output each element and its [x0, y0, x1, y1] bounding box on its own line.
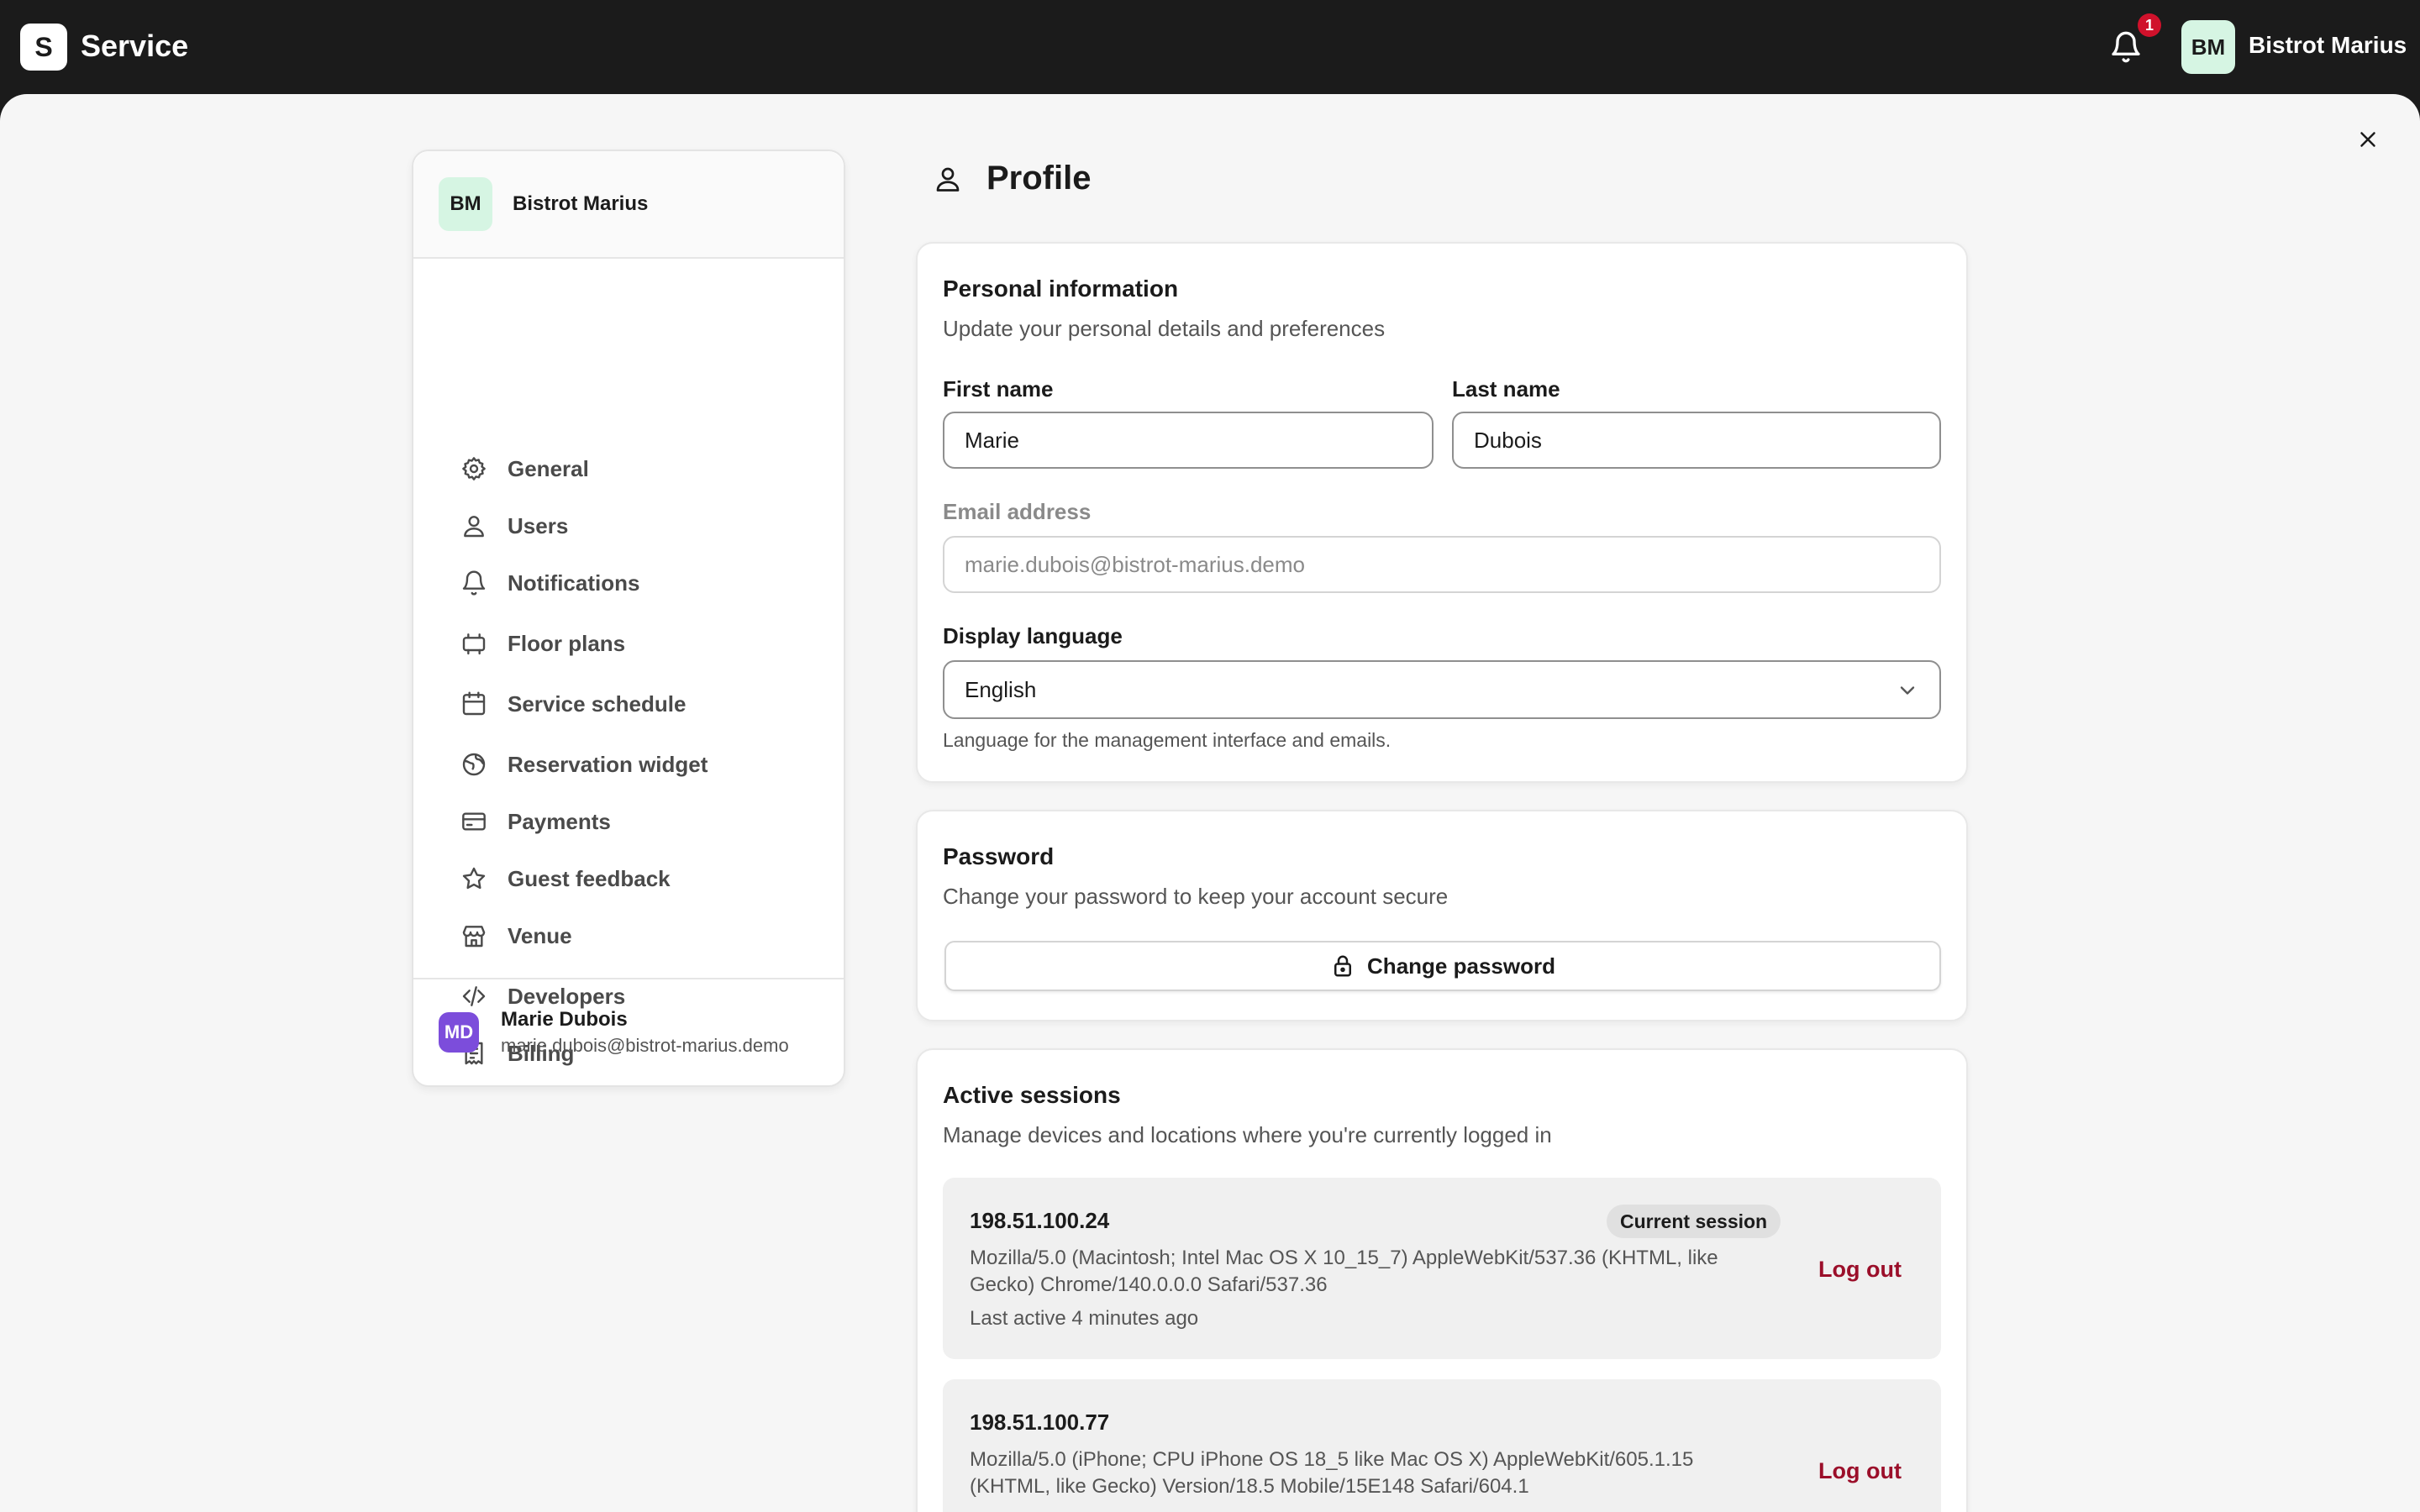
session-ip: 198.51.100.24 [970, 1208, 1110, 1233]
sidebar-item-label: Service schedule [508, 690, 687, 717]
email-field [943, 536, 1941, 593]
session-item: 198.51.100.77 Mozilla/5.0 (iPhone; CPU i… [943, 1379, 1941, 1512]
sidebar-item-venue[interactable]: Venue [460, 914, 572, 958]
change-password-button[interactable]: Change password [944, 941, 1941, 991]
star-icon [462, 867, 486, 890]
user-icon [464, 516, 484, 538]
sidebar-item-reservation-widget[interactable]: Reservation widget [460, 743, 708, 786]
sidebar-item-guest-feedback[interactable]: Guest feedback [460, 857, 671, 900]
sidebar-item-floor-plans[interactable]: Floor plans [460, 622, 625, 665]
user-icon [936, 167, 960, 192]
active-sessions-card: Active sessions Manage devices and locat… [916, 1048, 1968, 1512]
language-helper-text: Language for the management interface an… [943, 729, 1392, 751]
session-item: 198.51.100.24 Current session Mozilla/5.… [943, 1178, 1941, 1359]
current-session-badge: Current session [1607, 1205, 1781, 1238]
close-button[interactable] [2353, 124, 2383, 155]
account-venue-name[interactable]: Bistrot Marius [2249, 32, 2407, 59]
session-user-agent: Mozilla/5.0 (Macintosh; Intel Mac OS X 1… [970, 1247, 1718, 1296]
gear-icon [462, 457, 486, 480]
card-title: Password [943, 843, 1055, 869]
logout-button[interactable]: Log out [1818, 1257, 1902, 1283]
sidebar-item-general[interactable]: General [460, 447, 589, 491]
card-subtitle: Update your personal details and prefere… [943, 316, 1386, 341]
first-name-label: First name [943, 376, 1054, 402]
page-title: Profile [986, 160, 1092, 197]
account-avatar[interactable]: BM [2181, 20, 2235, 74]
sidebar-item-label: General [508, 455, 589, 481]
user-email: marie.dubois@bistrot-marius.demo [501, 1035, 789, 1056]
card-subtitle: Change your password to keep your accoun… [943, 884, 1449, 909]
card-subtitle: Manage devices and locations where you'r… [943, 1122, 1552, 1147]
personal-info-card: Personal information Update your persona… [916, 242, 1968, 783]
settings-sidebar: BM Bistrot Marius General Users Notifica… [412, 150, 845, 1087]
bell-icon [462, 570, 486, 596]
store-icon [462, 926, 486, 948]
user-name: Marie Dubois [501, 1008, 628, 1031]
sidebar-item-service-schedule[interactable]: Service schedule [460, 682, 686, 726]
sidebar-item-label: Floor plans [508, 630, 626, 656]
globe-icon [462, 753, 486, 776]
change-password-label: Change password [1367, 953, 1555, 979]
sidebar-venue-name: Bistrot Marius [513, 192, 649, 215]
venue-avatar: BM [439, 177, 492, 231]
sidebar-item-label: Notifications [508, 570, 640, 596]
first-name-input[interactable] [943, 412, 1434, 469]
card-title: Personal information [943, 276, 1179, 302]
last-name-input[interactable] [1452, 412, 1941, 469]
password-card: Password Change your password to keep yo… [916, 810, 1968, 1021]
top-bar: S Service 1 BM Bistrot Marius [0, 0, 2420, 94]
sidebar-item-label: Venue [508, 922, 572, 948]
language-label: Display language [943, 623, 1123, 648]
session-user-agent: Mozilla/5.0 (iPhone; CPU iPhone OS 18_5 … [970, 1448, 1694, 1498]
card-title: Active sessions [943, 1082, 1121, 1108]
chevron-down-icon [1900, 686, 1915, 695]
notification-count-badge: 1 [2138, 13, 2161, 37]
sidebar-item-users[interactable]: Users [460, 504, 568, 548]
session-last-active: Last active 4 minutes ago [970, 1307, 1199, 1330]
floor-plan-icon [462, 633, 486, 655]
sidebar-item-payments[interactable]: Payments [460, 800, 611, 843]
logout-button[interactable]: Log out [1818, 1458, 1902, 1484]
language-select[interactable]: English [943, 660, 1941, 719]
close-icon [2360, 132, 2375, 147]
user-avatar: MD [439, 1012, 479, 1053]
app-logo[interactable]: S [20, 24, 67, 71]
page-heading: Profile [933, 160, 1091, 197]
sidebar-user[interactable]: MD Marie Dubois marie.dubois@bistrot-mar… [413, 978, 844, 1085]
sidebar-item-label: Reservation widget [508, 751, 708, 777]
sidebar-item-label: Payments [508, 808, 611, 834]
email-label: Email address [943, 499, 1092, 524]
session-ip: 198.51.100.77 [970, 1410, 1110, 1435]
lock-icon [1334, 955, 1352, 977]
language-selected-value: English [965, 676, 1037, 702]
last-name-label: Last name [1452, 376, 1560, 402]
sidebar-item-notifications[interactable]: Notifications [460, 561, 639, 605]
calendar-icon [462, 691, 486, 716]
sidebar-header: BM Bistrot Marius [413, 151, 844, 259]
sidebar-item-label: Users [508, 512, 569, 538]
sidebar-item-label: Guest feedback [508, 865, 671, 891]
bell-icon[interactable] [2109, 30, 2143, 64]
app-title[interactable]: Service [81, 29, 188, 64]
credit-card-icon [462, 812, 486, 831]
